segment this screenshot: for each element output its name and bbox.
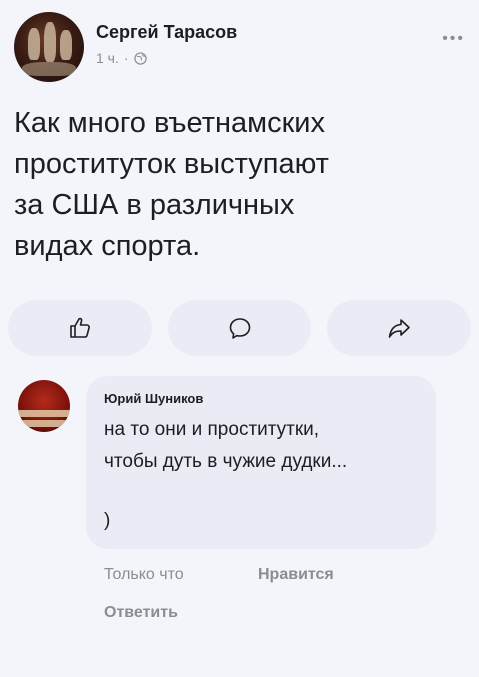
like-thumb-icon [70, 317, 90, 338]
post-actions [8, 300, 472, 356]
post-text: Как много въетнамских проституток выступ… [14, 107, 329, 262]
post-meta: 1 ч. · [96, 50, 147, 66]
comment-text-extra: ) [104, 510, 111, 531]
post-header: Сергей Тарасов 1 ч. · ••• [14, 12, 465, 82]
post-author-name[interactable]: Сергей Тарасов [96, 22, 237, 43]
comment-time: Только что [104, 566, 184, 583]
post-time[interactable]: 1 ч. [96, 50, 119, 66]
commenter-avatar[interactable] [18, 380, 70, 432]
comment-reply-button[interactable]: Ответить [104, 604, 178, 622]
comment-author-name[interactable]: Юрий Шуников [104, 391, 203, 406]
more-dots-icon[interactable]: ••• [442, 30, 465, 48]
comment-button[interactable] [167, 300, 312, 356]
author-avatar[interactable] [14, 12, 84, 82]
like-button[interactable] [8, 300, 152, 356]
meta-separator: · [123, 50, 129, 66]
share-button[interactable] [327, 300, 472, 356]
share-icon [388, 319, 410, 338]
comment-like-button[interactable]: Нравится [258, 566, 334, 584]
facebook-post-page: Сергей Тарасов 1 ч. · ••• Как много въет… [0, 0, 479, 677]
globe-icon [133, 51, 147, 65]
comment-icon [229, 318, 250, 339]
comment-text: на то они и проститутки, чтобы дуть в чу… [104, 419, 348, 472]
